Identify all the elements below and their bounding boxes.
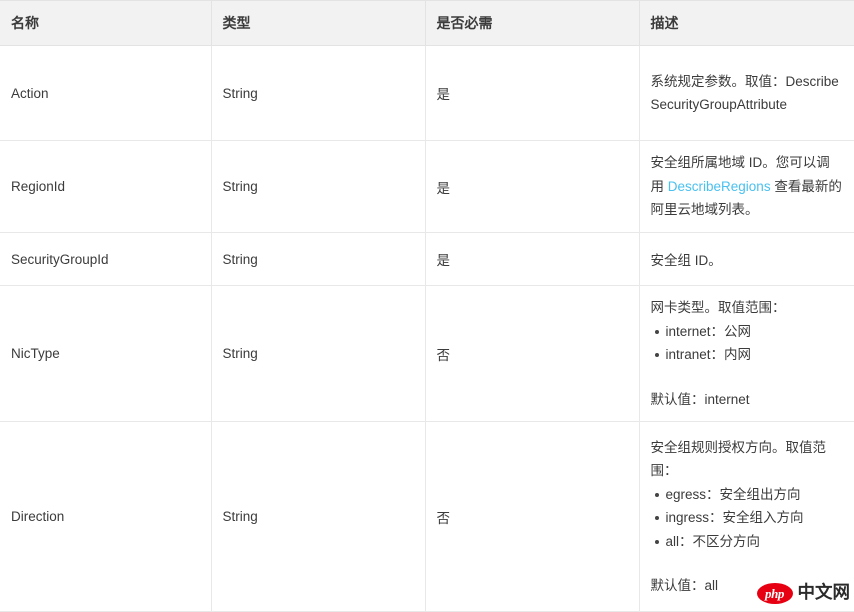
cell-parameter-description: 安全组 ID。	[639, 232, 854, 286]
cell-parameter-required: 是	[425, 232, 640, 286]
api-parameter-table: 名称 类型 是否必需 描述 Action String 是 系统规定参数。取值：…	[0, 0, 854, 612]
list-item: all：不区分方向	[654, 530, 843, 554]
column-header-type: 类型	[211, 0, 426, 46]
description-bullet-list: internet：公网 intranet：内网	[651, 320, 843, 367]
table-header-row: 名称 类型 是否必需 描述	[0, 0, 854, 46]
cell-parameter-required: 是	[425, 140, 640, 233]
cell-parameter-type: String	[211, 232, 426, 286]
description-default-value: 默认值：internet	[650, 391, 750, 407]
description-text: 安全组规则授权方向。取值范围：	[650, 439, 827, 479]
cell-parameter-type: String	[211, 285, 426, 422]
cell-parameter-name: SecurityGroupId	[0, 232, 212, 286]
table-row: Action String 是 系统规定参数。取值：DescribeSecuri…	[0, 45, 854, 141]
table-header: 名称 类型 是否必需 描述	[0, 0, 854, 46]
cell-parameter-name: RegionId	[0, 140, 212, 233]
cell-parameter-type: String	[211, 45, 426, 141]
table-row: NicType String 否 网卡类型。取值范围： internet：公网 …	[0, 285, 854, 422]
cell-parameter-name: NicType	[0, 285, 212, 422]
description-default-value: 默认值：all	[650, 578, 719, 593]
table-row: Direction String 否 安全组规则授权方向。取值范围： egres…	[0, 421, 854, 612]
column-header-description: 描述	[639, 0, 854, 46]
description-text: 安全组所属地域 ID。您可以调用 DescribeRegions 查看最新的阿里…	[651, 151, 843, 222]
cell-parameter-required: 否	[425, 421, 640, 612]
cell-parameter-name: Action	[0, 45, 212, 141]
column-header-required: 是否必需	[425, 0, 640, 46]
table-row: SecurityGroupId String 是 安全组 ID。	[0, 232, 854, 286]
description-bullet-list: egress：安全组出方向 ingress：安全组入方向 all：不区分方向	[651, 483, 843, 554]
column-header-name: 名称	[0, 0, 212, 46]
list-item: intranet：内网	[654, 343, 843, 367]
cell-parameter-description: 系统规定参数。取值：DescribeSecurityGroupAttribute	[639, 45, 854, 141]
cell-parameter-description: 安全组规则授权方向。取值范围： egress：安全组出方向 ingress：安全…	[639, 421, 854, 612]
list-item: ingress：安全组入方向	[654, 506, 843, 530]
list-item: egress：安全组出方向	[654, 483, 843, 507]
cell-parameter-description: 安全组所属地域 ID。您可以调用 DescribeRegions 查看最新的阿里…	[639, 140, 854, 233]
description-text: 安全组 ID。	[650, 252, 722, 268]
description-text: 网卡类型。取值范围：	[650, 300, 786, 315]
cell-parameter-name: Direction	[0, 421, 212, 612]
cell-parameter-type: String	[211, 421, 426, 612]
parameter-table-container: 名称 类型 是否必需 描述 Action String 是 系统规定参数。取值：…	[0, 0, 854, 612]
cell-parameter-description: 网卡类型。取值范围： internet：公网 intranet：内网 默认值：i…	[639, 285, 854, 422]
cell-parameter-required: 否	[425, 285, 640, 422]
list-item: internet：公网	[654, 320, 843, 344]
description-text: 系统规定参数。取值：DescribeSecurityGroupAttribute	[650, 73, 839, 113]
table-body: Action String 是 系统规定参数。取值：DescribeSecuri…	[0, 45, 854, 612]
table-row: RegionId String 是 安全组所属地域 ID。您可以调用 Descr…	[0, 140, 854, 233]
cell-parameter-type: String	[211, 140, 426, 233]
cell-parameter-required: 是	[425, 45, 640, 141]
describe-regions-link[interactable]: DescribeRegions	[668, 179, 771, 194]
